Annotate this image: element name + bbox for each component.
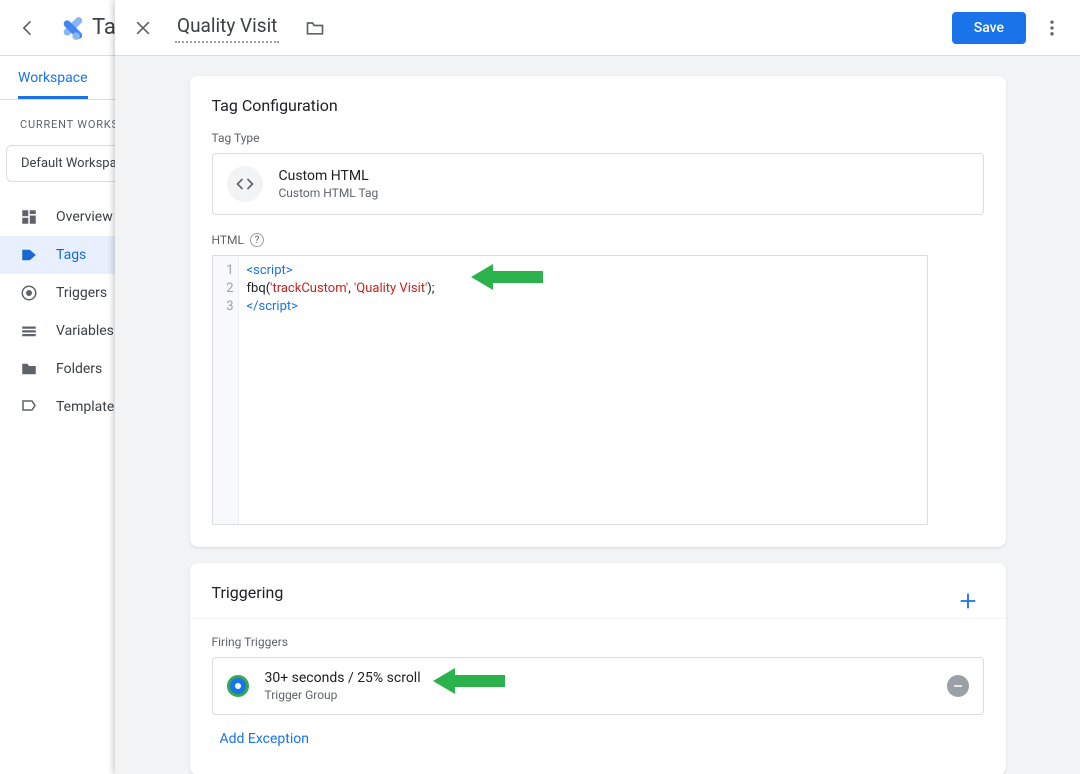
tab-workspace[interactable]: Workspace [18,58,88,99]
firing-trigger-row[interactable]: 30+ seconds / 25% scroll Trigger Group [212,657,984,715]
code-icon [227,166,263,202]
templates-icon [20,398,38,416]
tag-configuration-card: Tag Configuration Tag Type Custom HTML C… [190,76,1006,547]
remove-trigger-button[interactable] [947,675,969,697]
annotation-arrow-icon [433,666,505,696]
move-folder-icon[interactable] [295,8,335,48]
tag-configuration-heading: Tag Configuration [212,96,984,115]
sidebar-item-label: Overview [56,209,113,225]
sidebar-item-label: Folders [56,361,102,377]
folder-icon [20,360,38,378]
trigger-subtitle: Trigger Group [265,688,421,702]
code-gutter: 1 2 3 [213,256,239,524]
tag-type-label: Tag Type [212,131,984,145]
code-content[interactable]: <script> fbq('trackCustom', 'Quality Vis… [239,256,443,524]
tag-type-selector[interactable]: Custom HTML Custom HTML Tag [212,153,984,215]
triggering-heading: Triggering [212,583,984,602]
tag-editor-panel: Quality Visit Save Tag Configuration Tag… [115,0,1080,774]
close-icon[interactable] [123,8,163,48]
tag-type-subtitle: Custom HTML Tag [279,186,379,200]
sidebar-item-label: Triggers [56,285,107,301]
html-field-label: HTML [212,233,245,247]
back-arrow-icon[interactable] [8,8,48,48]
more-icon[interactable] [1032,8,1072,48]
trigger-group-icon [227,675,249,697]
tag-type-title: Custom HTML [279,168,379,184]
html-code-editor[interactable]: 1 2 3 <script> fbq('trackCustom', 'Quali… [212,255,928,525]
trigger-icon [20,284,38,302]
sidebar-item-label: Tags [56,247,86,263]
sidebar-item-label: Templates [56,399,122,415]
tag-icon [20,246,38,264]
triggering-card: Triggering Firing Triggers 30+ seconds /… [190,563,1006,774]
gtm-logo-icon [54,14,82,42]
dashboard-icon [20,208,38,226]
variables-icon [20,322,38,340]
sidebar-item-label: Variables [56,323,114,339]
tag-name-input[interactable]: Quality Visit [175,12,279,43]
firing-triggers-label: Firing Triggers [212,635,984,649]
trigger-title: 30+ seconds / 25% scroll [265,670,421,686]
add-exception-button[interactable]: Add Exception [212,731,984,747]
help-icon[interactable]: ? [250,233,264,247]
save-button[interactable]: Save [952,12,1026,44]
add-trigger-button[interactable] [948,581,988,621]
annotation-arrow-icon [471,262,543,292]
